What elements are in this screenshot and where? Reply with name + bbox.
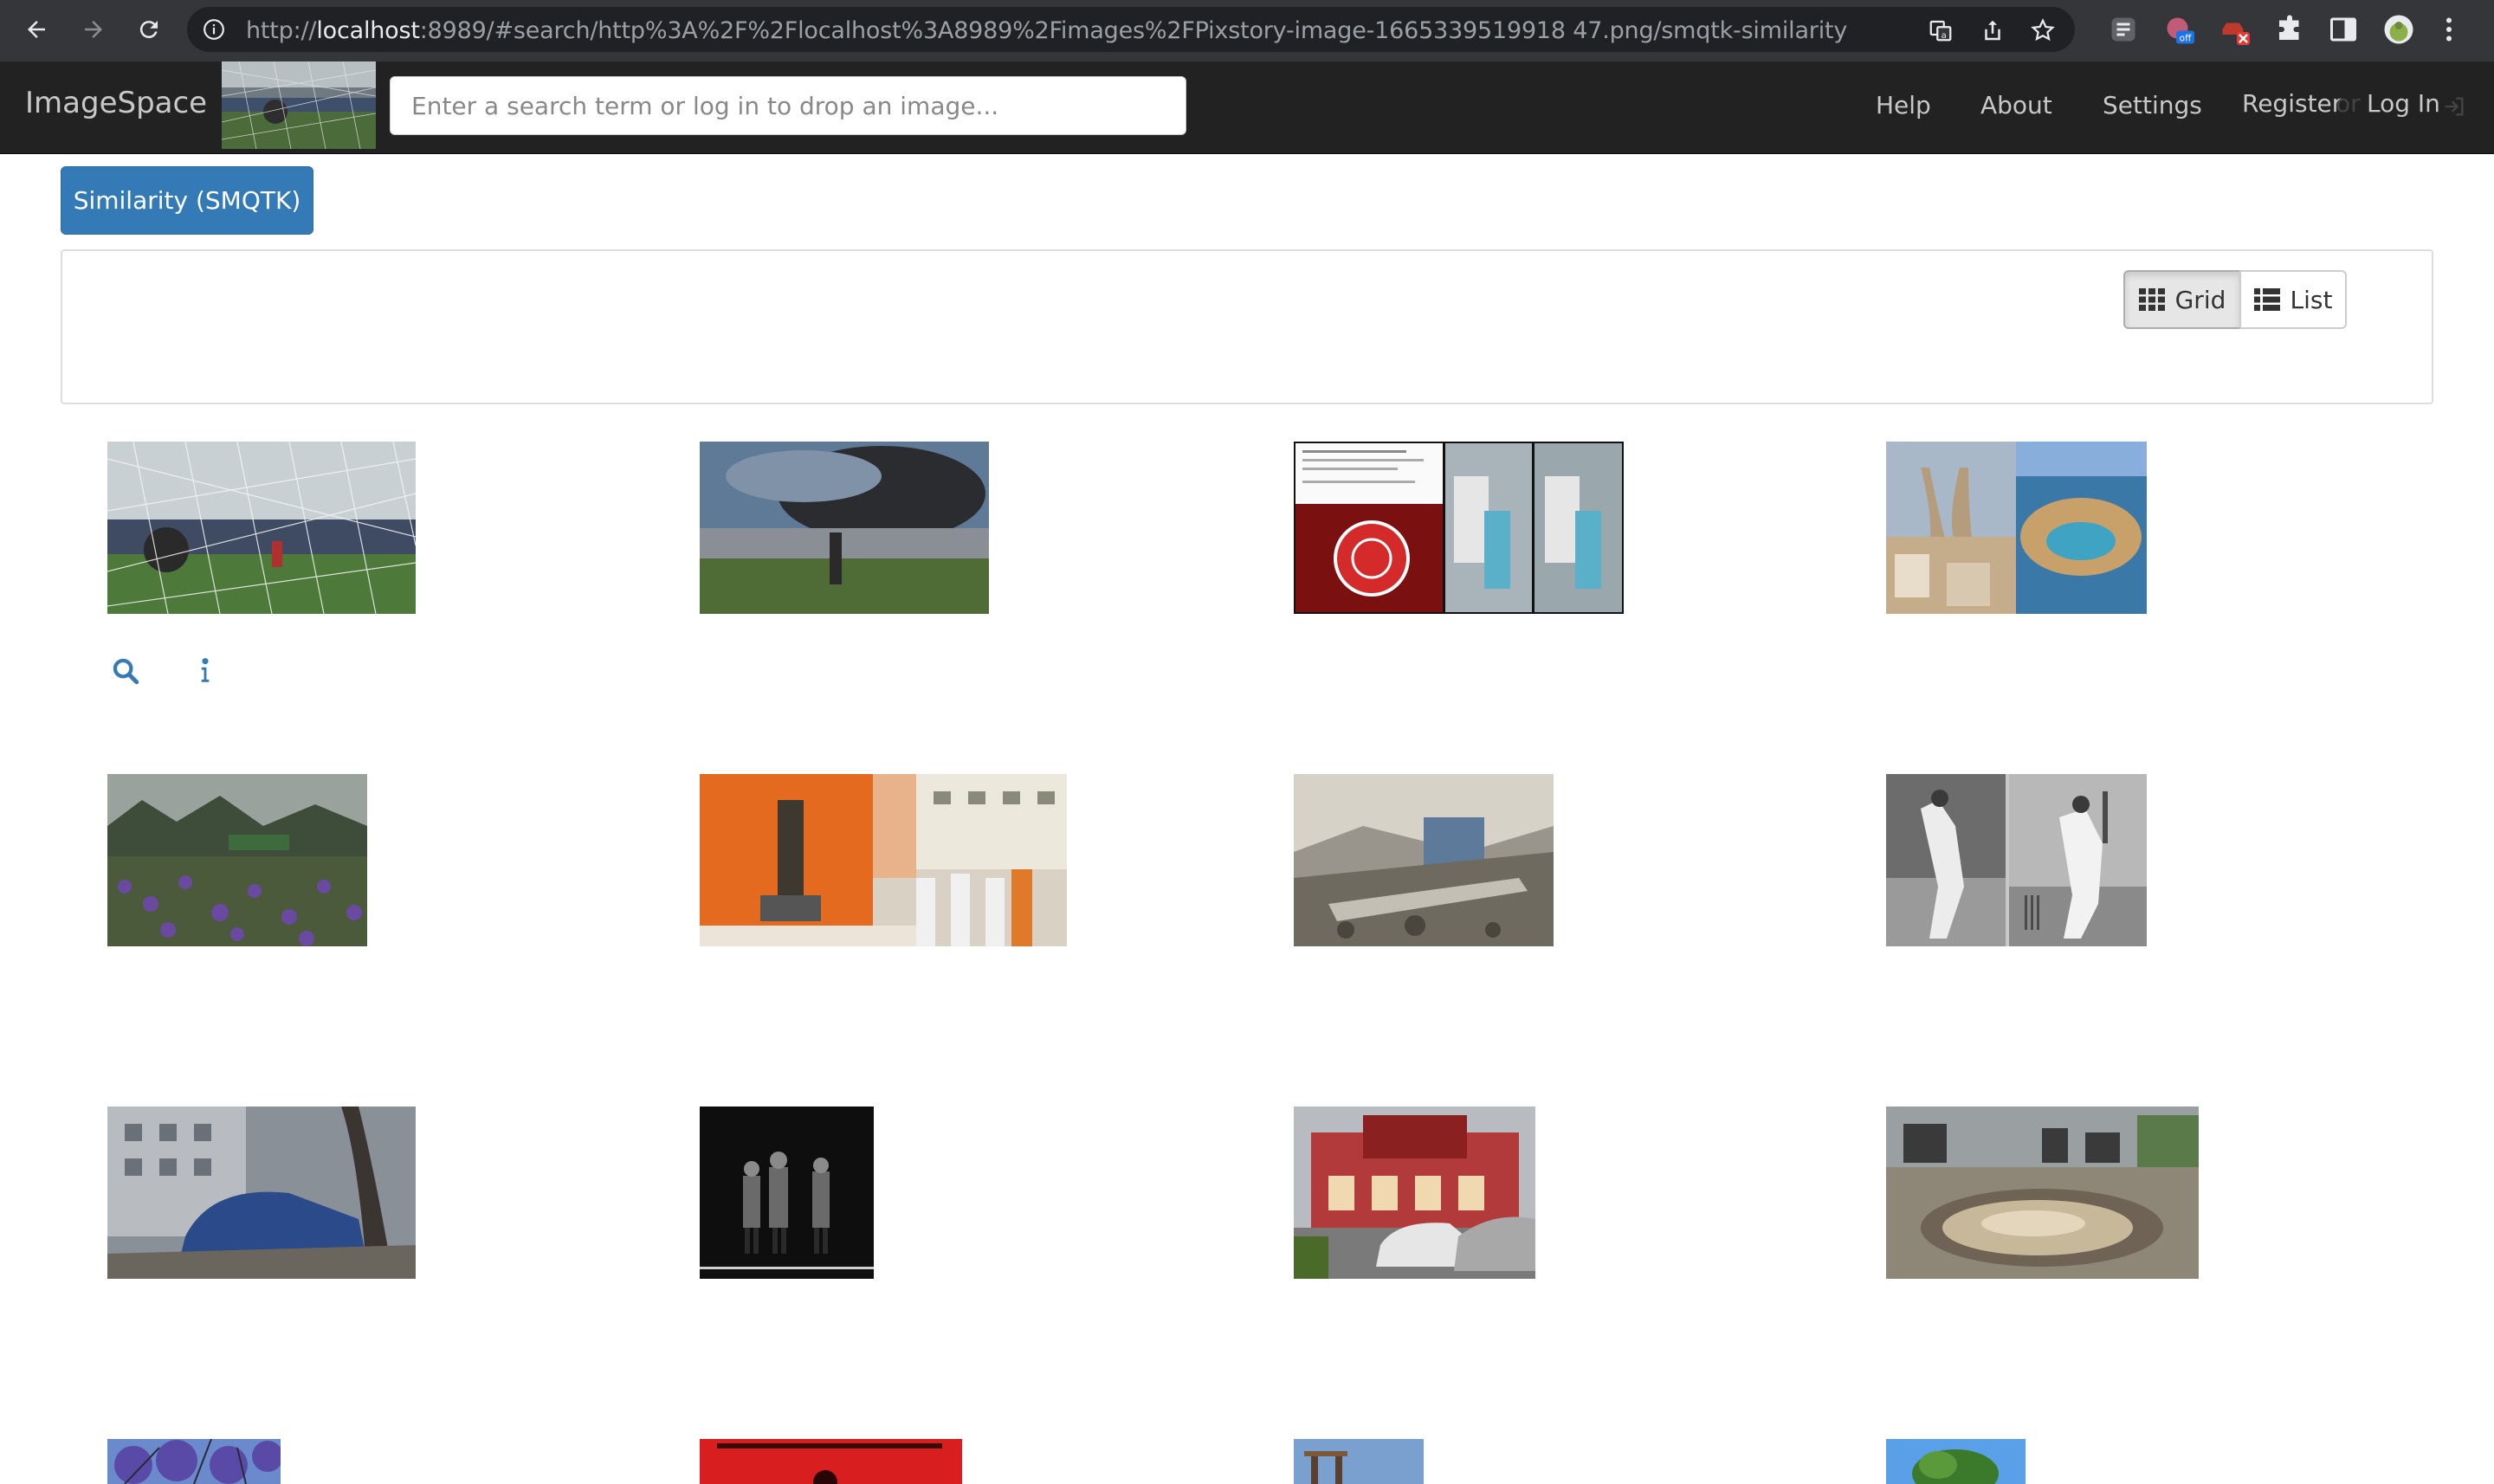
share-icon[interactable] xyxy=(1980,17,2006,43)
result-image-purple-blossom-tree[interactable] xyxy=(107,1439,281,1484)
result-image-lupine-meadow[interactable] xyxy=(107,774,367,946)
image-info-icon[interactable] xyxy=(191,656,220,686)
result-image-collapsed-building[interactable] xyxy=(1294,774,1554,946)
results-toolbar-panel: Grid List xyxy=(61,249,2433,404)
login-link[interactable]: Log In xyxy=(2367,89,2440,118)
settings-link[interactable]: Settings xyxy=(2103,91,2202,119)
info-icon[interactable] xyxy=(203,18,225,41)
result-image-red-stage[interactable] xyxy=(700,1439,962,1484)
result-image-towers-and-cruise-ship[interactable] xyxy=(1886,442,2147,614)
puzzle-extensions-icon[interactable] xyxy=(2274,14,2305,45)
app-navbar: ImageSpace Help About Settings Register … xyxy=(0,61,2494,154)
bookmark-star-icon[interactable] xyxy=(2030,17,2056,43)
back-button[interactable] xyxy=(19,12,54,47)
list-view-button[interactable]: List xyxy=(2239,270,2347,329)
url-text[interactable]: http://localhost:8989/#search/http%3A%2F… xyxy=(246,17,1847,44)
result-image-alt-fact-check-collage[interactable] xyxy=(1294,442,1624,614)
list-icon xyxy=(2253,288,2280,311)
grid-view-label: Grid xyxy=(2174,285,2226,314)
profile-avatar[interactable] xyxy=(2383,14,2414,45)
result-image-cricket-players-bw[interactable] xyxy=(1886,774,2147,946)
query-image-thumbnail[interactable] xyxy=(222,61,376,149)
similarity-smqtk-tab[interactable]: Similarity (SMQTK) xyxy=(61,166,313,235)
side-panel-icon[interactable] xyxy=(2328,14,2359,45)
brand-logo-text[interactable]: ImageSpace xyxy=(25,86,207,120)
result-image-smoke-over-city[interactable] xyxy=(700,442,989,614)
reload-icon xyxy=(139,21,158,39)
result-image-tower-structure[interactable] xyxy=(1294,1439,1424,1484)
result-image-pothole-road[interactable] xyxy=(1886,1107,2199,1279)
similarity-search-icon[interactable] xyxy=(111,656,140,686)
arrow-right-icon xyxy=(85,21,102,38)
arrow-left-icon xyxy=(28,21,45,38)
forward-button[interactable] xyxy=(76,12,111,47)
result-image-green-tree-sky[interactable] xyxy=(1886,1439,2026,1484)
help-link[interactable]: Help xyxy=(1876,91,1931,119)
list-view-label: List xyxy=(2290,285,2333,314)
about-link[interactable]: About xyxy=(1980,91,2052,119)
result-image-night-figures[interactable] xyxy=(700,1107,874,1279)
result-image-football-goal-net[interactable] xyxy=(107,442,416,614)
extension-car-icon[interactable] xyxy=(2219,14,2250,45)
or-separator: or xyxy=(2336,89,2361,118)
svg-text:a: a xyxy=(1942,31,1947,41)
result-image-red-storefront-street[interactable] xyxy=(1294,1107,1535,1279)
result-image-statue-ceremony[interactable] xyxy=(700,774,1067,946)
grid-view-button[interactable]: Grid xyxy=(2123,270,2241,329)
browser-toolbar: http://localhost:8989/#search/http%3A%2F… xyxy=(0,0,2494,61)
grid-icon xyxy=(2138,288,2165,311)
register-link[interactable]: Register xyxy=(2242,89,2342,118)
result-image-destroyed-car[interactable] xyxy=(107,1107,416,1279)
svg-text:off: off xyxy=(2180,34,2192,44)
browser-menu-icon[interactable] xyxy=(2444,14,2461,45)
translate-icon[interactable]: a xyxy=(1928,17,1954,43)
search-input[interactable] xyxy=(390,76,1186,135)
login-icon[interactable] xyxy=(2442,94,2466,119)
address-bar[interactable]: http://localhost:8989/#search/http%3A%2F… xyxy=(187,7,2075,52)
extension-icon-1[interactable] xyxy=(2108,14,2139,45)
reload-button[interactable] xyxy=(132,12,166,47)
extension-off-icon[interactable]: off xyxy=(2163,14,2194,45)
